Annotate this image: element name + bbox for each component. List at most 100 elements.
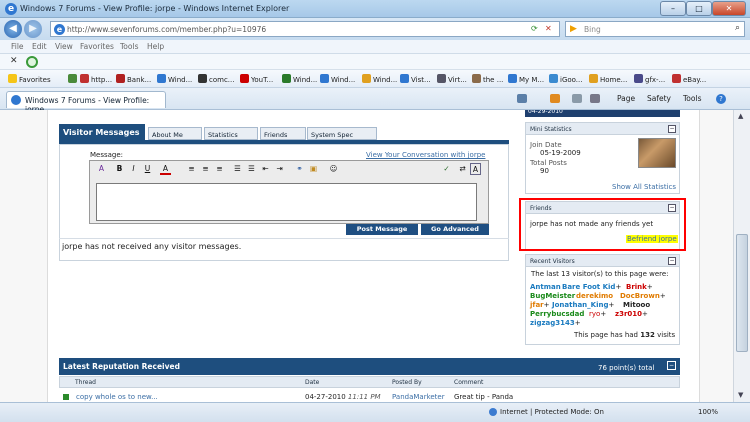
unordered-list-icon[interactable]: ☰ <box>246 163 257 175</box>
visitor-link[interactable]: Antman <box>530 283 561 291</box>
page-menu[interactable]: Page <box>617 94 635 103</box>
spellcheck-icon[interactable]: ✓ <box>441 163 452 175</box>
browser-tab[interactable]: Windows 7 Forums - View Profile: jorpe <box>6 91 166 114</box>
fav-item[interactable]: eBay... <box>672 74 706 84</box>
tab-system-spec[interactable]: System Spec <box>307 127 377 140</box>
scroll-down-icon[interactable]: ▼ <box>738 391 743 399</box>
smilies-icon[interactable]: ☺ <box>328 163 339 175</box>
visitor-link[interactable]: jfar+ <box>530 301 550 309</box>
fav-item[interactable]: My M... <box>508 74 544 84</box>
fav-item[interactable]: Virt... <box>437 74 467 84</box>
scroll-up-icon[interactable]: ▲ <box>738 112 743 120</box>
visitor-link[interactable]: z3r010+ <box>615 310 648 318</box>
go-advanced-button[interactable]: Go Advanced <box>421 224 489 235</box>
visitor-link[interactable]: Bare Foot Kid+ <box>562 283 621 291</box>
scrollbar-thumb[interactable] <box>736 234 748 352</box>
visitor-link[interactable]: BugMeister <box>530 292 575 300</box>
search-input[interactable]: ▶ Bing ⌕ <box>565 21 745 37</box>
safety-menu[interactable]: Safety <box>647 94 671 103</box>
menu-help[interactable]: Help <box>147 42 164 51</box>
favorites-button[interactable]: Favorites <box>8 74 51 84</box>
collapse-icon[interactable]: − <box>668 125 676 133</box>
indent-icon[interactable]: ⇥ <box>274 163 285 175</box>
ordered-list-icon[interactable]: ☰ <box>232 163 243 175</box>
fav-item[interactable]: Wind... <box>282 74 317 84</box>
fav-item[interactable]: gfx-... <box>634 74 665 84</box>
tools-menu[interactable]: Tools <box>683 94 701 103</box>
fav-icon <box>157 74 166 83</box>
post-message-button[interactable]: Post Message <box>346 224 418 235</box>
show-all-statistics-link[interactable]: Show All Statistics <box>612 183 676 191</box>
collapse-icon[interactable]: − <box>667 361 676 370</box>
tab-friends[interactable]: Friends <box>260 127 306 140</box>
help-icon[interactable]: ? <box>716 94 726 104</box>
bold-icon[interactable]: B <box>114 163 125 175</box>
fav-item[interactable]: http... <box>80 74 112 84</box>
url-field[interactable]: e http://www.sevenforums.com/member.php?… <box>50 21 560 37</box>
italic-icon[interactable]: I <box>128 163 139 175</box>
fav-item[interactable] <box>68 74 79 84</box>
back-button[interactable]: ◀ <box>4 20 22 38</box>
align-center-icon[interactable]: ≡ <box>200 163 211 175</box>
view-conversation-link[interactable]: View Your Conversation with jorpe <box>366 151 485 159</box>
close-window-button[interactable]: ✕ <box>712 1 746 16</box>
menu-view[interactable]: View <box>55 42 73 51</box>
forward-button[interactable]: ▶ <box>24 20 42 38</box>
remove-format-icon[interactable]: A <box>96 163 107 175</box>
print-icon[interactable] <box>590 94 600 103</box>
fav-item[interactable]: iGoo... <box>549 74 583 84</box>
befriend-link[interactable]: Befriend jorpe <box>626 235 678 243</box>
visitor-link[interactable]: ryo+ <box>589 310 606 318</box>
fav-item[interactable]: Bank... <box>116 74 151 84</box>
fav-item[interactable]: Wind... <box>157 74 192 84</box>
outdent-icon[interactable]: ⇤ <box>260 163 271 175</box>
search-icon[interactable]: ⌕ <box>735 23 740 33</box>
tab-about-me[interactable]: About Me <box>148 127 202 140</box>
insert-image-icon[interactable]: ▣ <box>308 163 319 175</box>
reputation-posted-by[interactable]: PandaMarketer <box>392 393 445 401</box>
underline-icon[interactable]: U <box>142 163 153 175</box>
refresh-icon[interactable]: ⟳ <box>531 24 538 33</box>
feeds-icon[interactable] <box>550 94 560 103</box>
source-mode-icon[interactable]: A <box>470 163 481 175</box>
visitor-link[interactable]: Jonathan_King+ <box>552 301 614 309</box>
visitor-link[interactable]: Perrybucsdad <box>530 310 584 318</box>
menu-file[interactable]: File <box>11 42 24 51</box>
links-toolbar: ✕ <box>0 54 750 70</box>
maximize-button[interactable]: □ <box>686 1 712 16</box>
fav-item[interactable]: Home... <box>589 74 627 84</box>
reputation-columns <box>59 376 680 388</box>
menu-edit[interactable]: Edit <box>32 42 47 51</box>
menu-tools[interactable]: Tools <box>120 42 138 51</box>
align-right-icon[interactable]: ≡ <box>214 163 225 175</box>
visitor-link[interactable]: DocBrown+ <box>620 292 666 300</box>
message-textarea[interactable] <box>96 183 477 221</box>
visitor-link[interactable]: zigzag3143+ <box>530 319 581 327</box>
stop-icon[interactable]: ✕ <box>545 24 552 33</box>
toggle-mode-icon[interactable]: ⇄ <box>457 163 468 175</box>
collapse-icon[interactable]: − <box>668 257 676 265</box>
visitor-link[interactable]: derekimo <box>576 292 613 300</box>
fav-icon <box>549 74 558 83</box>
fav-item[interactable]: YouT... <box>240 74 273 84</box>
visitor-link[interactable]: Brink+ <box>626 283 653 291</box>
tab-statistics[interactable]: Statistics <box>204 127 258 140</box>
fav-item[interactable]: the ... <box>472 74 503 84</box>
reputation-thread-link[interactable]: copy whole os to new... <box>76 393 158 401</box>
fav-item[interactable]: Wind... <box>320 74 355 84</box>
visitor-link[interactable]: Mitooo <box>623 301 650 309</box>
fav-item[interactable]: Wind... <box>362 74 397 84</box>
align-left-icon[interactable]: ≡ <box>186 163 197 175</box>
menu-favorites[interactable]: Favorites <box>80 42 114 51</box>
home-icon[interactable] <box>517 94 527 103</box>
close-toolbar-icon[interactable]: ✕ <box>10 56 18 66</box>
mail-icon[interactable] <box>572 94 582 103</box>
vertical-scrollbar[interactable]: ▲ ▼ <box>733 110 750 402</box>
fav-item[interactable]: comc... <box>198 74 234 84</box>
font-color-icon[interactable]: A <box>160 163 171 175</box>
fav-item[interactable]: Vist... <box>400 74 431 84</box>
addon-icon[interactable] <box>26 56 38 68</box>
zoom-level[interactable]: 100% <box>698 408 718 416</box>
insert-link-icon[interactable]: ⚭ <box>294 163 305 175</box>
minimize-button[interactable]: – <box>660 1 686 16</box>
